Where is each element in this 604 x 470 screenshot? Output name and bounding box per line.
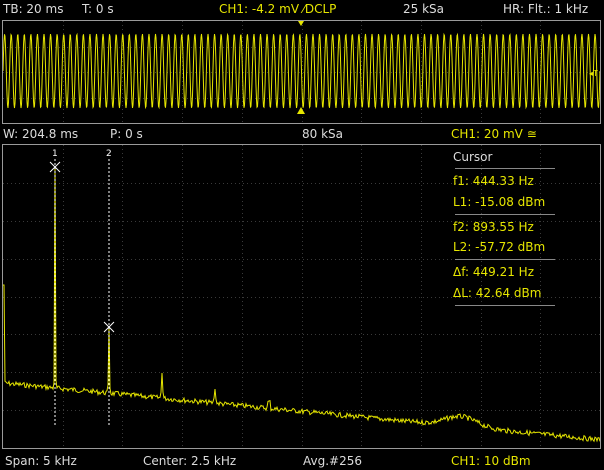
cursor-delta-f-value: Δf: 449.21 Hz <box>453 265 534 279</box>
hr-filter-readout[interactable]: HR: Flt.: 1 kHz <box>503 2 588 16</box>
cursor-delta-l-value: ΔL: 42.64 dBm <box>453 286 542 300</box>
fft-spectrum-panel[interactable]: 1 2 Cursor f1: 444.33 Hz L1: -15.08 dBm … <box>2 144 601 449</box>
top-status-bar: TB: 20 ms T: 0 s CH1: -4.2 mV ⁄DCLP 25 k… <box>0 0 604 18</box>
fft-sample-rate-readout[interactable]: 80 kSa <box>302 127 343 141</box>
cursor-panel-title: Cursor <box>453 150 493 164</box>
cursor-divider-3 <box>455 305 555 306</box>
time-waveform-plot: ◂T <box>3 21 600 123</box>
cursor-l1-value: L1: -15.08 dBm <box>453 195 546 209</box>
position-readout[interactable]: P: 0 s <box>110 127 143 141</box>
trigger-marker-top <box>298 21 304 26</box>
trigger-level-marker: ◂T <box>589 69 598 78</box>
channel-reference-readout[interactable]: CH1: 10 dBm <box>451 454 531 468</box>
span-readout[interactable]: Span: 5 kHz <box>5 454 77 468</box>
channel-readout[interactable]: CH1: -4.2 mV ⁄DCLP <box>219 2 336 16</box>
time-domain-panel[interactable]: ◂T <box>2 20 601 124</box>
cursor-f1-value: f1: 444.33 Hz <box>453 174 534 188</box>
cursor-l2-value: L2: -57.72 dBm <box>453 240 546 254</box>
cursor-divider-1 <box>455 214 555 215</box>
sample-rate-readout[interactable]: 25 kSa <box>403 2 444 16</box>
cursor-divider-2 <box>455 259 555 260</box>
timebase-readout[interactable]: TB: 20 ms <box>3 2 63 16</box>
window-length-readout[interactable]: W: 204.8 ms <box>3 127 78 141</box>
cursor-1-label: 1 <box>52 149 58 159</box>
cursor-f2-value: f2: 893.55 Hz <box>453 220 534 234</box>
center-readout[interactable]: Center: 2.5 kHz <box>143 454 236 468</box>
bottom-status-bar: Span: 5 kHz Center: 2.5 kHz Avg.#256 CH1… <box>0 451 604 470</box>
fft-status-bar: W: 204.8 ms P: 0 s 80 kSa CH1: 20 mV ≅ <box>0 125 604 143</box>
time-waveform-trace <box>3 32 600 110</box>
channel-scale-readout[interactable]: CH1: 20 mV ≅ <box>451 127 537 141</box>
cursor-2-label: 2 <box>106 149 112 159</box>
cursor-title-divider <box>455 168 555 169</box>
averaging-readout[interactable]: Avg.#256 <box>303 454 362 468</box>
trigger-time-readout[interactable]: T: 0 s <box>82 2 114 16</box>
trigger-position-marker <box>297 107 305 114</box>
